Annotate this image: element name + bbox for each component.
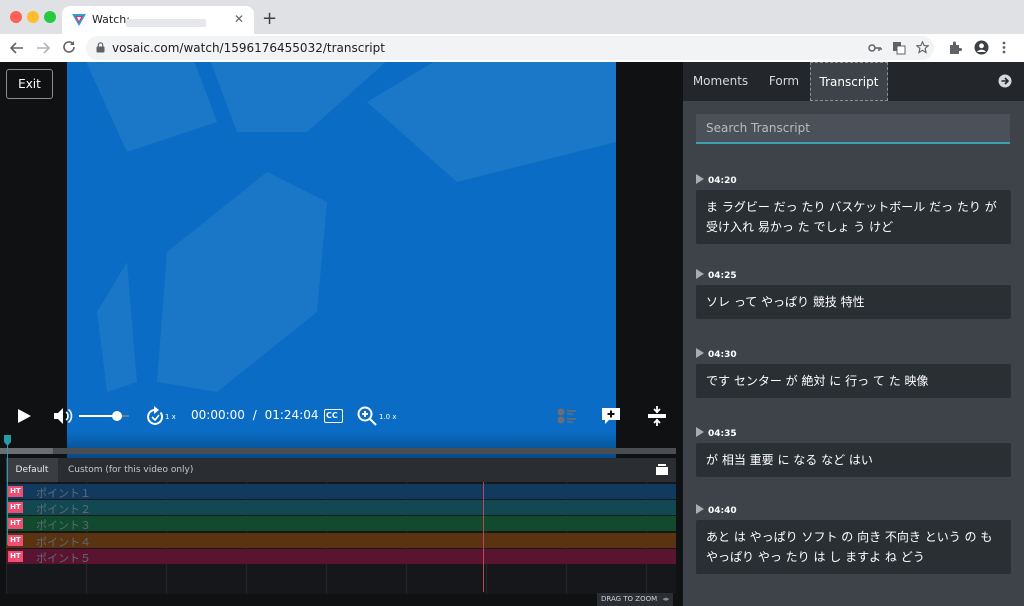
timeline-track[interactable]: HT ポイント４ xyxy=(6,532,676,549)
extensions-icon[interactable] xyxy=(949,41,962,54)
add-comment-icon[interactable] xyxy=(601,407,621,425)
address-bar[interactable]: vosaic.com/watch/1596176455032/transcrip… xyxy=(86,36,934,60)
track-label: ポイント２ xyxy=(36,503,91,517)
zoom-icon[interactable] xyxy=(357,406,377,426)
transcript-text[interactable]: ソレ って やっぱり 競技 特性 xyxy=(696,285,1011,319)
play-segment-icon xyxy=(696,504,704,514)
new-tab-button[interactable]: + xyxy=(262,8,277,29)
timeline-tracks[interactable]: HT ポイント１ HT ポイント２ HT ポイント３ HT ポイント４ HT ポイント５ xyxy=(6,482,676,594)
timestamp-text: 04:35 xyxy=(708,429,737,439)
play-segment-icon xyxy=(696,348,704,358)
drag-to-zoom-handle[interactable]: DRAG TO ZOOM ◂▸ xyxy=(597,593,674,606)
vosaic-logo-icon xyxy=(72,14,86,26)
back-icon[interactable] xyxy=(10,41,24,55)
browser-tab[interactable]: Watch: ✕ xyxy=(62,6,254,34)
close-tab-icon[interactable]: ✕ xyxy=(234,12,244,26)
cc-icon: CC xyxy=(326,411,338,420)
translate-icon[interactable] xyxy=(892,41,906,55)
volume-slider-fill xyxy=(79,415,117,417)
transcript-text[interactable]: です センター が 絶対 に 行っ て た 映像 xyxy=(696,364,1011,398)
transcript-timestamp[interactable]: 04:35 xyxy=(696,427,737,439)
key-icon[interactable] xyxy=(868,42,882,54)
close-window-button[interactable] xyxy=(10,11,22,23)
transcript-text[interactable]: あと は やっぱり ソフト の 向き 不向き という の も やっぱり やっ た… xyxy=(696,520,1011,574)
timeline-track[interactable]: HT ポイント３ xyxy=(6,516,676,533)
video-frame[interactable] xyxy=(67,62,616,502)
play-icon[interactable] xyxy=(17,408,32,424)
timeline-track[interactable]: HT ポイント２ xyxy=(6,500,676,517)
track-label: ポイント４ xyxy=(36,535,91,549)
tab-form[interactable]: Form xyxy=(758,62,810,101)
current-time: 00:00:00 xyxy=(191,408,245,422)
timeline-tabs: Default Custom (for this video only) xyxy=(6,458,676,482)
browser-chrome: Watch: ✕ + vosaic.com/watch/159617645503… xyxy=(0,0,1024,62)
tab-custom[interactable]: Custom (for this video only) xyxy=(68,458,193,482)
replay-icon[interactable] xyxy=(146,406,165,426)
time-separator: / xyxy=(252,408,257,422)
tab-transcript[interactable]: Transcript xyxy=(810,62,888,101)
transcript-timestamp[interactable]: 04:30 xyxy=(696,348,737,360)
transcript-timestamp[interactable]: 04:20 xyxy=(696,174,737,186)
maximize-window-button[interactable] xyxy=(44,11,56,23)
list-toggle-icon[interactable] xyxy=(557,407,576,425)
timeline-track[interactable]: HT ポイント１ xyxy=(6,484,676,500)
timestamp-text: 04:30 xyxy=(708,350,737,360)
split-layout-icon[interactable] xyxy=(647,406,667,426)
track-tag: HT xyxy=(8,550,23,562)
transcript-timestamp[interactable]: 04:25 xyxy=(696,269,737,281)
collapse-panel-icon[interactable] xyxy=(998,74,1012,88)
tab-default[interactable]: Default xyxy=(6,458,58,482)
track-label: ポイント１ xyxy=(36,487,91,500)
transcript-text[interactable]: が 相当 重要 に なる など はい xyxy=(696,443,1011,477)
volume-slider-knob[interactable] xyxy=(111,411,122,421)
track-label: ポイント３ xyxy=(36,519,91,533)
forward-icon[interactable] xyxy=(36,41,50,55)
side-panel: Moments Form Transcript 04:20 ま ラグビー だっ た… xyxy=(683,62,1024,606)
lock-icon xyxy=(96,42,105,53)
play-segment-icon xyxy=(696,269,704,279)
app-root: Exit 1 x 00:00:00 / 01:24:04 CC 1.0 x De… xyxy=(0,62,1024,606)
transcript-text[interactable]: ま ラグビー だっ たり バスケットボール だっ たり が 受け入れ 易かっ た… xyxy=(696,190,1011,244)
playhead-handle[interactable] xyxy=(4,435,11,545)
reload-icon[interactable] xyxy=(62,40,76,54)
replay-rate: 1 x xyxy=(165,413,176,421)
drag-to-zoom-label: DRAG TO ZOOM xyxy=(601,595,658,603)
volume-icon[interactable] xyxy=(53,407,73,425)
tab-title: Watch: xyxy=(92,13,130,26)
bookmark-star-icon[interactable] xyxy=(916,41,929,54)
track-label: ポイント５ xyxy=(36,551,91,565)
time-display: 00:00:00 / 01:24:04 xyxy=(191,408,319,422)
browser-toolbar: vosaic.com/watch/1596176455032/transcrip… xyxy=(0,34,1024,62)
timeline-track[interactable]: HT ポイント５ xyxy=(6,548,676,565)
exit-button[interactable]: Exit xyxy=(6,69,53,99)
timestamp-text: 04:25 xyxy=(708,271,737,281)
play-segment-icon xyxy=(696,174,704,184)
volume-slider[interactable] xyxy=(79,411,129,421)
search-transcript-input[interactable] xyxy=(696,114,1010,144)
duration: 01:24:04 xyxy=(264,408,319,422)
transcript-timestamp[interactable]: 04:40 xyxy=(696,504,737,516)
drag-arrows-icon: ◂▸ xyxy=(662,595,670,603)
more-menu-icon[interactable] xyxy=(1002,41,1006,54)
collapse-timeline-icon[interactable] xyxy=(656,464,668,475)
minimize-window-button[interactable] xyxy=(27,11,39,23)
timestamp-text: 04:40 xyxy=(708,506,737,516)
video-player: Exit 1 x 00:00:00 / 01:24:04 CC 1.0 x De… xyxy=(0,62,683,606)
tab-title-redacted xyxy=(126,19,206,27)
zoom-rate: 1.0 x xyxy=(379,413,397,421)
video-progress-bar[interactable] xyxy=(0,448,676,454)
play-segment-icon xyxy=(696,427,704,437)
timeline-marker-line xyxy=(483,482,484,592)
profile-avatar-icon[interactable] xyxy=(974,40,989,55)
closed-captions-button[interactable]: CC xyxy=(324,409,343,423)
url-text: vosaic.com/watch/1596176455032/transcrip… xyxy=(112,41,385,55)
tab-moments[interactable]: Moments xyxy=(683,62,758,101)
panel-tab-bar: Moments Form Transcript xyxy=(683,62,1024,101)
timestamp-text: 04:20 xyxy=(708,176,737,186)
